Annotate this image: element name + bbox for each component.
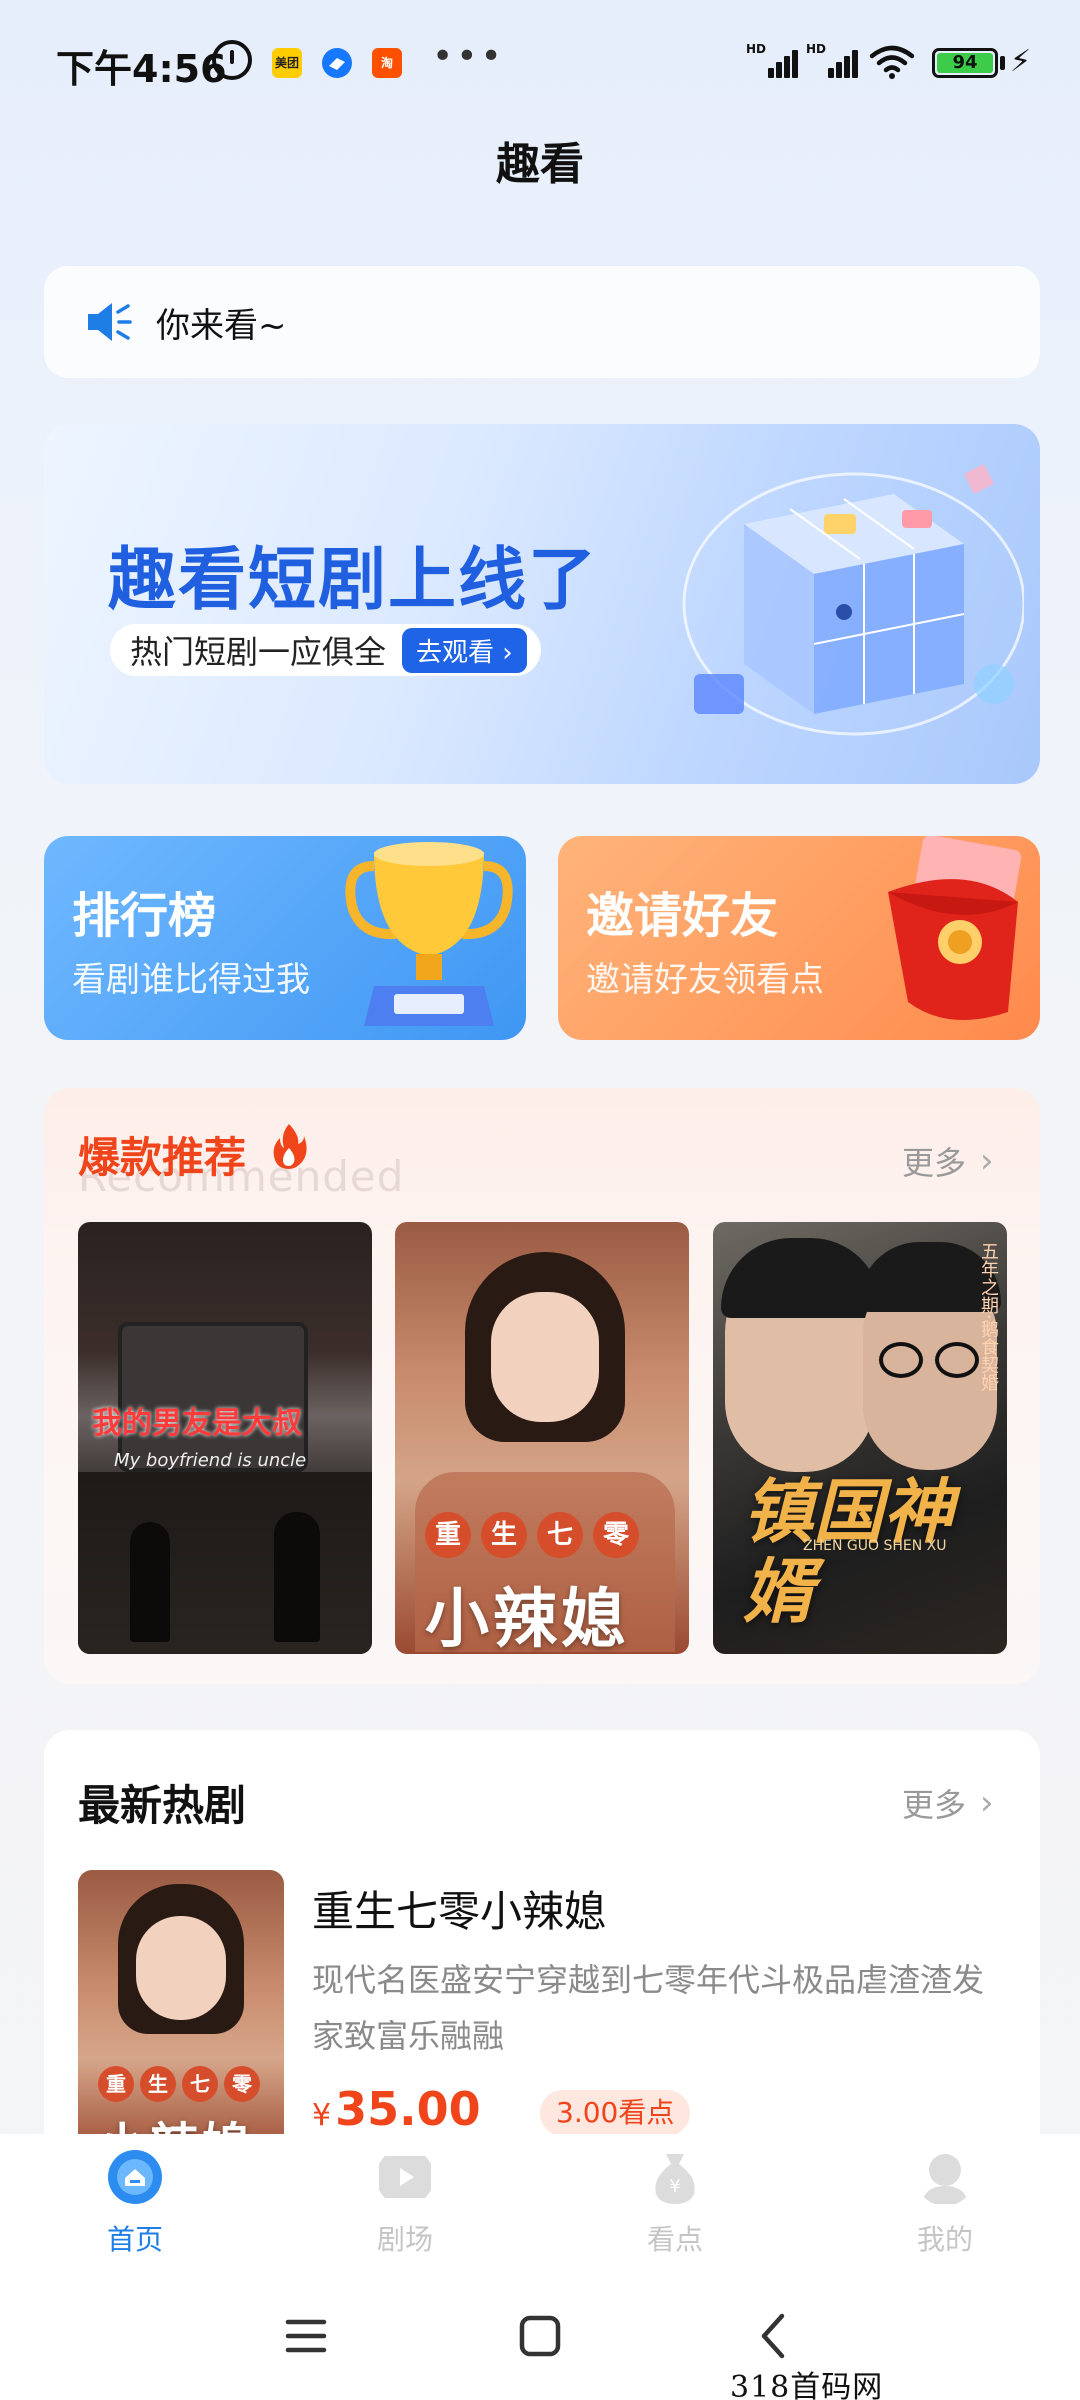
poster-title: 小辣媳 bbox=[425, 1583, 629, 1654]
drama-description: 现代名医盛安宁穿越到七零年代斗极品虐渣渣发家致富乐融融 bbox=[312, 1961, 985, 2055]
thumb-tag: 重 bbox=[98, 2066, 134, 2102]
invite-friends-card[interactable]: 邀请好友 邀请好友领看点 bbox=[558, 836, 1040, 1040]
user-icon bbox=[922, 2154, 968, 2204]
price: ¥ 35.00 bbox=[312, 2082, 481, 2136]
poster-subtitle-en: ZHEN GUO SHEN XU bbox=[803, 1538, 947, 1554]
price-value: 35.00 bbox=[335, 2082, 481, 2136]
street-scene bbox=[78, 1472, 372, 1654]
trophy-icon bbox=[345, 842, 513, 1026]
hd-label: HD bbox=[746, 42, 767, 56]
watermark-text: 318首码网 www.e318.com bbox=[730, 2370, 884, 2400]
thumb-tag: 生 bbox=[140, 2066, 176, 2102]
chevron-right-icon: › bbox=[980, 1783, 994, 1823]
currency-symbol: ¥ bbox=[312, 2098, 332, 2133]
figure-shape bbox=[130, 1522, 170, 1642]
poster-caption: 我的男友是大叔 bbox=[92, 1406, 302, 1441]
battery-icon: 94 bbox=[932, 48, 998, 78]
invite-subtitle: 邀请好友领看点 bbox=[586, 960, 824, 1000]
feishu-icon bbox=[322, 48, 352, 78]
battery-tip bbox=[1000, 56, 1005, 70]
more-label: 更多 bbox=[902, 1786, 967, 1824]
thumb-tags: 重 生 七 零 bbox=[98, 2066, 260, 2102]
ranking-subtitle: 看剧谁比得过我 bbox=[72, 960, 310, 1000]
notice-bar[interactable]: 你来看~ bbox=[44, 266, 1040, 378]
poster-tag: 重 bbox=[425, 1512, 471, 1558]
tab-label: 看点 bbox=[646, 2223, 703, 2256]
recommended-more-link[interactable]: 更多 › bbox=[902, 1138, 994, 1184]
latest-title: 最新热剧 bbox=[78, 1781, 247, 1830]
meituan-icon: 美团 bbox=[272, 48, 302, 78]
tab-theater[interactable]: 剧场 bbox=[270, 2148, 540, 2268]
more-label: 更多 bbox=[902, 1144, 967, 1182]
drama-poster-boyfriend-uncle[interactable]: 我的男友是大叔 My boyfriend is uncle bbox=[78, 1222, 372, 1654]
drama-poster-zhenguo[interactable]: 五年之期·鹅食契婚 镇国神婿 ZHEN GUO SHEN XU bbox=[713, 1222, 1007, 1654]
thumb-tag: 零 bbox=[224, 2066, 260, 2102]
page-title: 趣看 bbox=[496, 139, 584, 190]
invite-title: 邀请好友 bbox=[586, 888, 779, 944]
charging-icon: ⚡ bbox=[1010, 44, 1032, 79]
watch-now-button[interactable]: 去观看 › bbox=[402, 627, 527, 673]
home-icon bbox=[108, 2150, 162, 2204]
tab-points[interactable]: ¥ 看点 bbox=[540, 2148, 810, 2268]
bottom-tab-bar: 首页 剧场 ¥ 看点 我的 bbox=[0, 2134, 1080, 2270]
ranking-card[interactable]: 排行榜 看剧谁比得过我 bbox=[44, 836, 526, 1040]
play-icon bbox=[379, 2156, 431, 2198]
drama-thumbnail[interactable]: 重 生 七 零 小辣媳 bbox=[78, 1870, 284, 2160]
points-badge: 3.00看点 bbox=[540, 2090, 691, 2136]
drama-poster-xiaolaxi[interactable]: 重 生 七 零 小辣媳 bbox=[395, 1222, 689, 1654]
alarm-icon bbox=[212, 40, 252, 80]
thumb-tag: 七 bbox=[182, 2066, 218, 2102]
hair-shape bbox=[721, 1238, 881, 1318]
chevron-right-icon: › bbox=[980, 1141, 994, 1181]
poster-tag: 生 bbox=[481, 1512, 527, 1558]
tab-label: 剧场 bbox=[376, 2223, 433, 2256]
drama-name[interactable]: 重生七零小辣媳 bbox=[312, 1878, 606, 1939]
hd-label: HD bbox=[806, 42, 827, 56]
tab-label: 首页 bbox=[106, 2223, 163, 2256]
status-time: 下午4:56 bbox=[56, 47, 227, 91]
ranking-title: 排行榜 bbox=[72, 888, 217, 944]
signal-icon: HD bbox=[806, 42, 858, 78]
coin-bag-icon: ¥ bbox=[655, 2154, 695, 2204]
home-square-icon[interactable] bbox=[500, 2306, 580, 2366]
poster-tag: 零 bbox=[593, 1512, 639, 1558]
poster-tag: 七 bbox=[537, 1512, 583, 1558]
wifi-icon bbox=[869, 45, 915, 79]
speaker-icon bbox=[88, 303, 132, 341]
svg-text:¥: ¥ bbox=[669, 2176, 680, 2197]
menu-icon[interactable] bbox=[266, 2306, 346, 2366]
poster-tagline: 五年之期·鹅食契婚 bbox=[978, 1242, 999, 1392]
face-shape bbox=[491, 1292, 599, 1422]
notice-text: 你来看~ bbox=[156, 306, 287, 346]
figure-shape bbox=[274, 1512, 320, 1642]
fire-icon bbox=[273, 1124, 307, 1169]
tab-label: 我的 bbox=[916, 2223, 973, 2256]
signal-icon: HD bbox=[746, 42, 798, 78]
tab-home[interactable]: 首页 bbox=[0, 2148, 270, 2268]
taobao-icon: 淘 bbox=[372, 48, 402, 78]
poster-tags: 重 生 七 零 bbox=[425, 1512, 639, 1558]
status-bar: 下午4:56 美团 淘 ••• HD HD 94 ⚡ bbox=[0, 0, 1080, 120]
promo-banner[interactable]: 趣看短剧上线了 热门短剧一应俱全 去观看 › bbox=[44, 424, 1040, 784]
face-shape bbox=[136, 1916, 226, 2020]
recommended-section: Recommended 爆款推荐 更多 › 我的男友是大叔 My boyfrie… bbox=[44, 1088, 1040, 1684]
cube-illustration bbox=[682, 464, 1024, 736]
back-icon[interactable] bbox=[734, 2306, 814, 2366]
latest-more-link[interactable]: 更多 › bbox=[902, 1780, 994, 1826]
banner-subtitle-pill: 热门短剧一应俱全 去观看 › bbox=[110, 624, 541, 676]
banner-subtitle: 热门短剧一应俱全 bbox=[130, 633, 387, 671]
recommended-title: 爆款推荐 bbox=[78, 1133, 247, 1182]
banner-title: 趣看短剧上线了 bbox=[108, 541, 599, 620]
glasses-shape bbox=[935, 1342, 979, 1378]
tab-profile[interactable]: 我的 bbox=[810, 2148, 1080, 2268]
glasses-shape bbox=[879, 1342, 923, 1378]
red-envelope-icon bbox=[888, 836, 1022, 1020]
battery-level: 94 bbox=[937, 53, 993, 73]
more-notifications-icon: ••• bbox=[432, 36, 505, 77]
poster-caption-en: My boyfriend is uncle bbox=[114, 1450, 307, 1471]
